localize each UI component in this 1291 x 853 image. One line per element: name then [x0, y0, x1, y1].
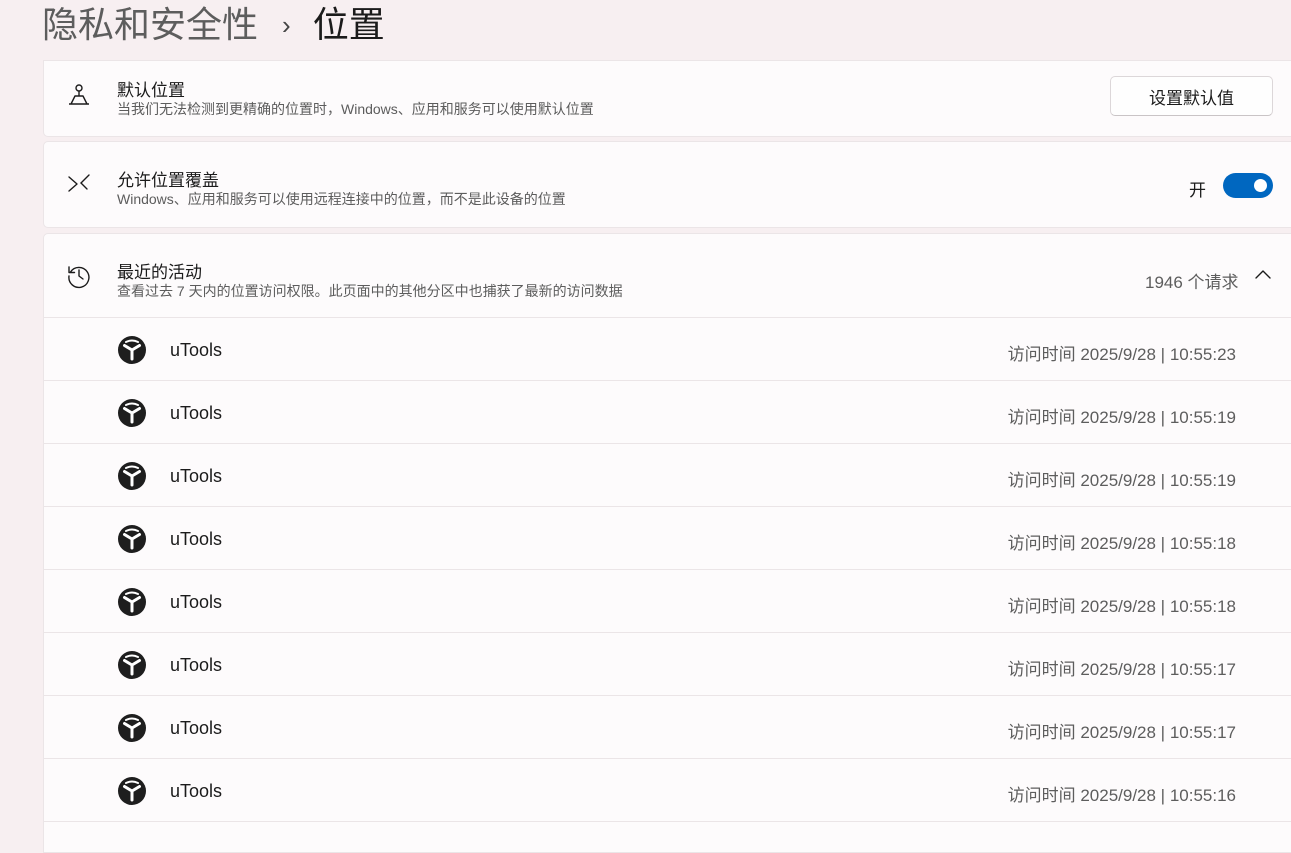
utools-app-icon [118, 462, 146, 490]
chevron-up-icon[interactable] [1254, 266, 1272, 284]
map-pin-person-icon [69, 84, 89, 105]
activity-access-time: 访问时间 2025/9/28 | 10:55:18 [1007, 534, 1236, 553]
breadcrumb-separator: › [282, 10, 291, 40]
activity-row: uTools 访问时间 2025/9/28 | 10:55:19 [44, 381, 1291, 444]
activity-app-name: uTools [170, 781, 223, 801]
breadcrumb-parent-link[interactable]: 隐私和安全性 [42, 7, 258, 43]
toggle-state-label: 开 [1189, 181, 1206, 200]
location-override-toggle[interactable] [1223, 173, 1273, 198]
breadcrumb: 隐私和安全性 › 位置 [42, 0, 385, 50]
activity-access-time: 访问时间 2025/9/28 | 10:55:18 [1007, 597, 1236, 616]
remote-arrows-icon [68, 174, 90, 192]
location-override-title: 允许位置覆盖 [117, 171, 219, 190]
utools-app-icon [118, 651, 146, 679]
recent-activity-header[interactable]: 最近的活动 查看过去 7 天内的位置访问权限。此页面中的其他分区中也捕获了最新的… [44, 234, 1291, 318]
activity-row: uTools 访问时间 2025/9/28 | 10:55:23 [44, 318, 1291, 381]
activity-access-time: 访问时间 2025/9/28 | 10:55:23 [1007, 345, 1236, 364]
activity-row: uTools 访问时间 2025/9/28 | 10:55:17 [44, 696, 1291, 759]
activity-app-name: uTools [170, 403, 223, 423]
utools-app-icon [118, 714, 146, 742]
activity-access-time: 访问时间 2025/9/28 | 10:55:17 [1007, 723, 1236, 742]
recent-activity-description: 查看过去 7 天内的位置访问权限。此页面中的其他分区中也捕获了最新的访问数据 [117, 283, 623, 299]
activity-access-time: 访问时间 2025/9/28 | 10:55:19 [1007, 408, 1236, 427]
default-location-card: 默认位置 当我们无法检测到更精确的位置时，Windows、应用和服务可以使用默认… [43, 60, 1291, 137]
activity-app-name: uTools [170, 340, 223, 360]
set-default-button[interactable]: 设置默认值 [1110, 76, 1273, 116]
history-icon [68, 266, 90, 289]
utools-app-icon [118, 588, 146, 616]
utools-app-icon [118, 525, 146, 553]
location-override-description: Windows、应用和服务可以使用远程连接中的位置，而不是此设备的位置 [117, 191, 566, 207]
activity-app-name: uTools [170, 592, 223, 612]
activity-access-time: 访问时间 2025/9/28 | 10:55:17 [1007, 660, 1236, 679]
activity-app-name: uTools [170, 529, 223, 549]
activity-row: uTools 访问时间 2025/9/28 | 10:55:18 [44, 570, 1291, 633]
request-count: 1946 个请求 [1145, 273, 1239, 292]
utools-app-icon [118, 399, 146, 427]
activity-row: uTools 访问时间 2025/9/28 | 10:55:19 [44, 444, 1291, 507]
recent-activity-card: 最近的活动 查看过去 7 天内的位置访问权限。此页面中的其他分区中也捕获了最新的… [43, 233, 1291, 853]
settings-content: 默认位置 当我们无法检测到更精确的位置时，Windows、应用和服务可以使用默认… [43, 60, 1291, 853]
page-title: 位置 [312, 4, 385, 45]
utools-app-icon [118, 336, 146, 364]
toggle-knob [1254, 179, 1267, 192]
default-location-title: 默认位置 [117, 81, 185, 100]
activity-row: uTools 访问时间 2025/9/28 | 10:55:18 [44, 507, 1291, 570]
activity-row: uTools 访问时间 2025/9/28 | 10:55:16 [44, 759, 1291, 822]
activity-access-time: 访问时间 2025/9/28 | 10:55:19 [1007, 471, 1236, 490]
activity-app-name: uTools [170, 718, 223, 738]
activity-app-name: uTools [170, 466, 223, 486]
default-location-description: 当我们无法检测到更精确的位置时，Windows、应用和服务可以使用默认位置 [117, 101, 594, 117]
activity-access-time: 访问时间 2025/9/28 | 10:55:16 [1007, 786, 1236, 805]
activity-app-name: uTools [170, 655, 223, 675]
activity-row: uTools 访问时间 2025/9/28 | 10:55:17 [44, 633, 1291, 696]
location-override-card: 允许位置覆盖 Windows、应用和服务可以使用远程连接中的位置，而不是此设备的… [43, 141, 1291, 228]
recent-activity-title: 最近的活动 [117, 263, 202, 282]
utools-app-icon [118, 777, 146, 805]
